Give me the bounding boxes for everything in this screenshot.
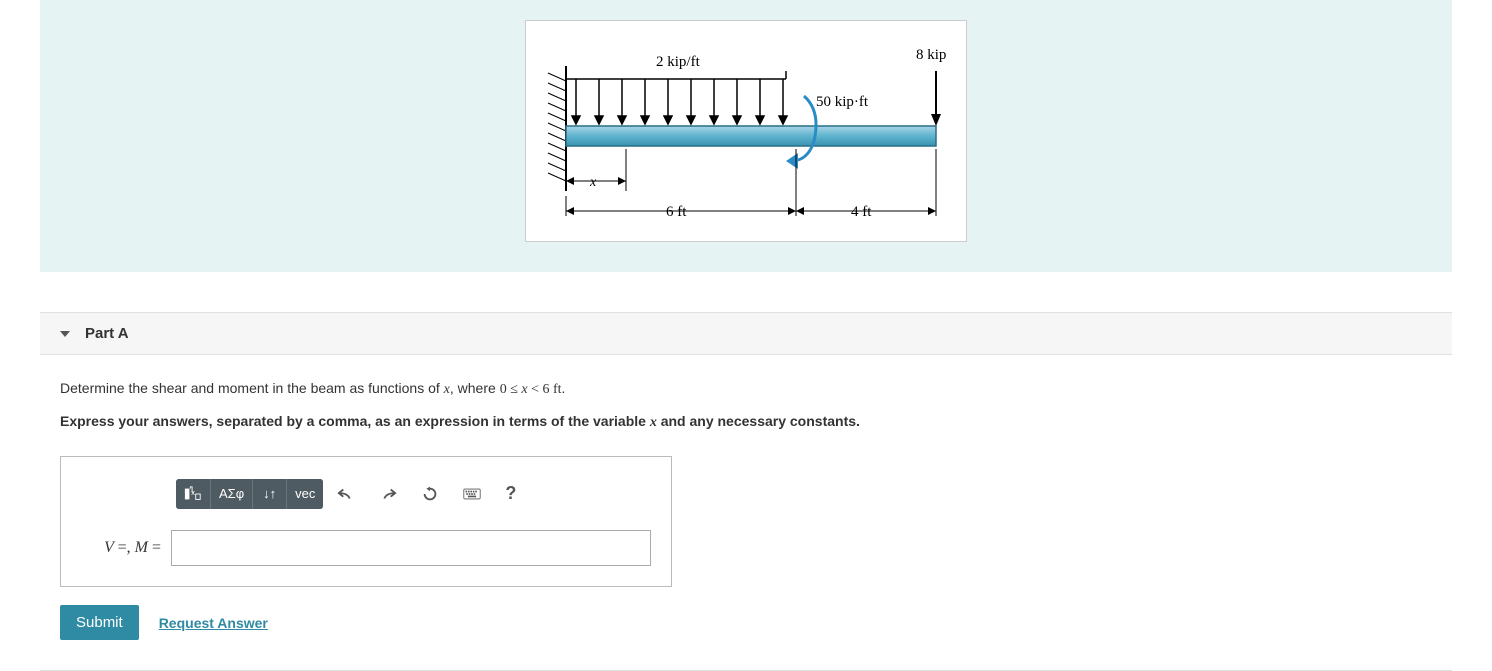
beam-diagram: 2 kip/ft 8 kip 50 kip·ft bbox=[536, 31, 956, 231]
reset-button[interactable] bbox=[411, 480, 449, 508]
caret-down-icon bbox=[60, 331, 70, 337]
span-right-dim: 4 ft bbox=[796, 149, 936, 220]
instruction-text: Express your answers, separated by a com… bbox=[60, 413, 1432, 431]
figure-container: 2 kip/ft 8 kip 50 kip·ft bbox=[525, 20, 967, 242]
point-load: 8 kip bbox=[916, 47, 946, 126]
figure-panel: 2 kip/ft 8 kip 50 kip·ft bbox=[40, 0, 1452, 272]
part-header[interactable]: Part A bbox=[40, 312, 1452, 355]
distributed-load: 2 kip/ft bbox=[566, 54, 787, 124]
greek-button[interactable]: ΑΣφ bbox=[211, 479, 253, 509]
reset-icon bbox=[421, 486, 439, 502]
moment-label: 50 kip·ft bbox=[816, 94, 869, 110]
question-text: Determine the shear and moment in the be… bbox=[60, 380, 1432, 398]
answer-widget: x ΑΣφ ↓↑ vec bbox=[60, 456, 672, 587]
beam bbox=[566, 126, 936, 146]
question-range: 0 ≤ x < 6 ft bbox=[500, 382, 562, 397]
templates-button[interactable]: x bbox=[176, 479, 211, 509]
equation-toolbar: x ΑΣφ ↓↑ vec bbox=[176, 477, 526, 510]
redo-button[interactable] bbox=[369, 480, 407, 508]
span-left-dim: 6 ft bbox=[566, 149, 796, 220]
subscript-button[interactable]: ↓↑ bbox=[253, 479, 287, 509]
vec-button[interactable]: vec bbox=[287, 479, 323, 509]
keyboard-icon bbox=[463, 486, 481, 502]
answer-input[interactable] bbox=[171, 530, 651, 566]
part-title: Part A bbox=[85, 325, 129, 342]
submit-button[interactable]: Submit bbox=[60, 605, 139, 640]
x-label: x bbox=[589, 175, 597, 190]
answer-label: V =, M = bbox=[76, 539, 161, 557]
keyboard-button[interactable] bbox=[453, 480, 491, 508]
templates-icon: x bbox=[184, 485, 202, 503]
help-button[interactable]: ? bbox=[495, 477, 526, 510]
distributed-load-label: 2 kip/ft bbox=[656, 54, 701, 70]
span-left-label: 6 ft bbox=[666, 204, 687, 220]
fixed-support bbox=[548, 66, 566, 191]
undo-icon bbox=[337, 486, 355, 502]
redo-icon bbox=[379, 486, 397, 502]
span-right-label: 4 ft bbox=[851, 204, 872, 220]
x-dimension: x bbox=[566, 149, 626, 191]
undo-button[interactable] bbox=[327, 480, 365, 508]
point-load-label: 8 kip bbox=[916, 47, 946, 63]
request-answer-link[interactable]: Request Answer bbox=[159, 615, 268, 631]
